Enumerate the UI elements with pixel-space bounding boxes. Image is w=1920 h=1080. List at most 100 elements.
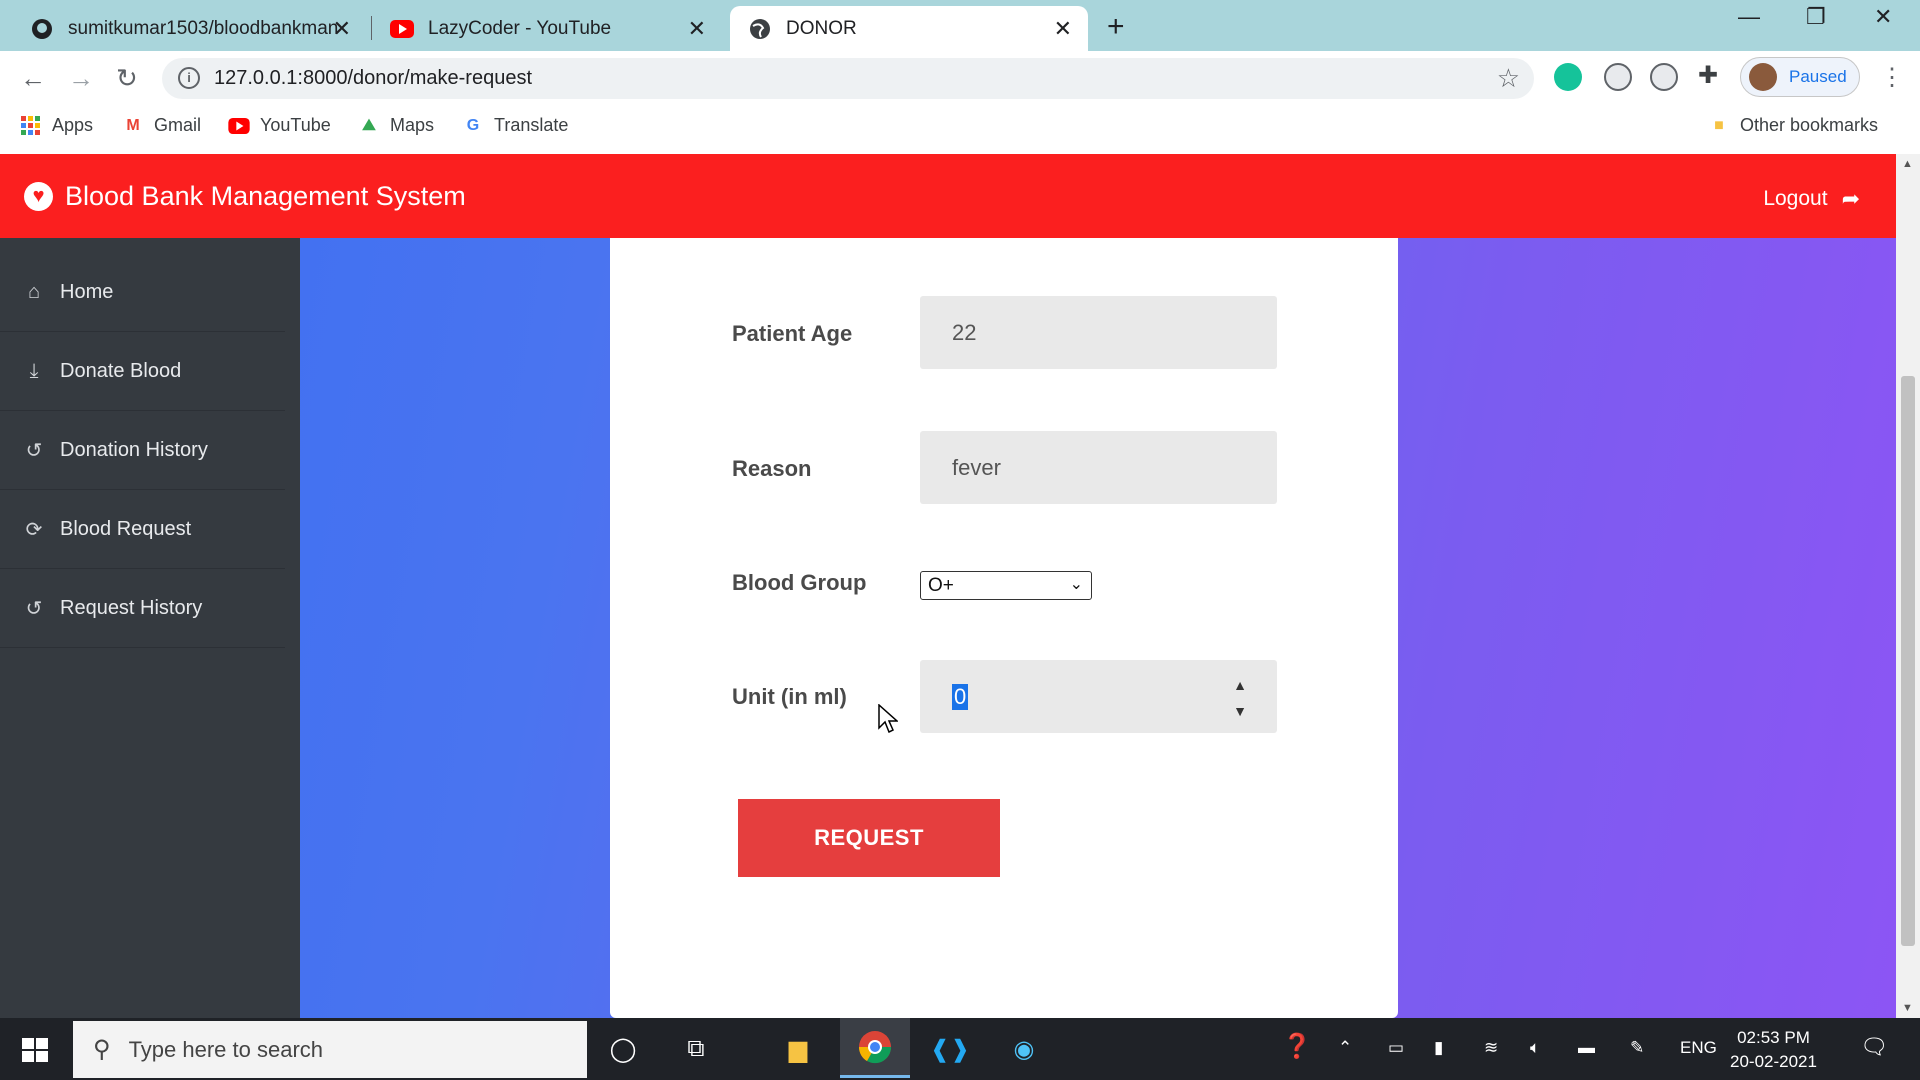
unit-value: 0 [952,683,969,710]
apps-grid-icon [20,115,42,136]
page-scrollbar[interactable]: ▲ ▼ [1896,154,1920,1018]
patient-age-input[interactable]: 22 [920,296,1277,369]
sidebar-item-label: Donation History [60,438,208,461]
github-icon [30,17,54,41]
minimize-icon[interactable]: — [1738,4,1760,30]
bookmark-translate[interactable]: G Translate [462,115,569,136]
close-tab-icon[interactable]: ✕ [688,16,706,42]
profile-label: Paused [1789,67,1847,86]
sidebar-item-home[interactable]: ⌂ Home [0,253,285,332]
youtube-icon [390,17,414,41]
bookmark-label: Translate [494,115,569,135]
bookmark-maps[interactable]: ⛰ Maps [358,115,434,136]
tab-github[interactable]: sumitkumar1503/bloodbankman ✕ [12,6,367,51]
blood-group-value: O+ [928,574,954,596]
meet-now-icon[interactable]: ▭ [1388,1038,1404,1058]
brand[interactable]: ♥ Blood Bank Management System [24,181,466,212]
pen-icon[interactable]: ✎ [1630,1038,1644,1058]
volume-icon[interactable]: 🔈︎ [1530,1038,1540,1058]
unit-label: Unit (in ml) [732,684,847,709]
kebab-menu-icon[interactable]: ⋮ [1880,63,1904,92]
file-explorer-icon[interactable]: ▆ [780,1031,816,1067]
mouse-cursor-icon [878,704,898,734]
bookmark-label: Apps [52,115,94,135]
scroll-up-icon[interactable]: ▲ [1902,158,1913,170]
info-icon[interactable]: i [178,67,200,89]
wifi-icon[interactable]: ≋ [1484,1038,1498,1058]
other-bookmarks[interactable]: ■ Other bookmarks [1708,115,1878,136]
restore-icon[interactable]: ❐ [1806,4,1826,30]
reason-input[interactable]: fever [920,431,1277,504]
sidebar-item-donate-blood[interactable]: ⤓ Donate Blood [0,332,285,411]
sidebar-item-blood-request[interactable]: ⟳ Blood Request [0,490,285,569]
sidebar-item-label: Donate Blood [60,359,182,382]
request-button[interactable]: REQUEST [738,799,1000,877]
avatar [1749,63,1777,91]
battery-icon[interactable]: ▬ [1578,1038,1595,1058]
search-placeholder: Type here to search [128,1036,324,1062]
grammarly-icon[interactable] [1554,63,1582,91]
bookmarks-bar: Apps M Gmail YouTube ⛰ Maps G Translate … [0,107,1920,147]
tab-donor[interactable]: DONOR ✕ [730,6,1088,51]
tray-chevron-up-icon[interactable]: ⌃ [1338,1038,1352,1058]
logout-button[interactable]: Logout ➦ [1763,186,1860,212]
bookmark-label: Gmail [154,115,202,135]
number-spinner[interactable]: ▲ ▼ [1233,672,1247,724]
bookmark-youtube[interactable]: YouTube [228,115,331,136]
translate-icon: G [466,116,480,134]
taskbar-search[interactable]: ⚲ Type here to search [73,1021,587,1078]
scroll-thumb[interactable] [1901,376,1915,946]
sidebar-item-label: Blood Request [60,517,192,540]
close-tab-icon[interactable]: ✕ [1054,16,1072,42]
zoom-app-icon[interactable]: ◉ [1006,1031,1042,1067]
brand-title: Blood Bank Management System [65,181,466,211]
unit-input[interactable]: 0 ▲ ▼ [920,660,1277,733]
new-tab-icon[interactable]: + [1107,10,1125,44]
help-icon[interactable]: ❓ [1282,1032,1312,1061]
windows-taskbar: ⚲ Type here to search ◯ ⧉ ▆ ❰❱ ◉ ❓ ⌃ ▭ ▮… [0,1018,1920,1080]
address-bar[interactable]: i 127.0.0.1:8000/donor/make-request ☆ [162,58,1534,99]
bookmark-gmail[interactable]: M Gmail [122,115,201,136]
sidebar-item-label: Home [60,280,114,303]
bookmark-star-icon[interactable]: ☆ [1497,63,1520,94]
folder-icon: ■ [1714,116,1724,134]
reason-label: Reason [732,456,812,481]
back-icon[interactable]: ← [20,63,46,94]
bookmark-label: YouTube [260,115,331,135]
youtube-icon [228,116,250,136]
history-icon: ↺ [25,597,43,620]
microphone-icon[interactable]: ▮ [1434,1038,1443,1058]
windows-start-icon[interactable] [22,1038,48,1062]
profile-button[interactable]: Paused [1740,57,1860,97]
sidebar-item-request-history[interactable]: ↺ Request History [0,569,285,648]
refresh-icon: ⟳ [25,518,43,541]
scroll-down-icon[interactable]: ▼ [1902,1002,1913,1014]
tab-title: sumitkumar1503/bloodbankman [68,17,339,39]
chevron-down-icon: ⌄ [1069,576,1083,593]
notifications-icon[interactable]: 🗨︎ [1860,1034,1888,1060]
close-tab-icon[interactable]: ✕ [333,16,351,42]
extension-cc-icon[interactable] [1650,63,1678,91]
search-icon: ⚲ [93,1036,111,1063]
heart-icon: ♥ [24,182,53,211]
language-indicator[interactable]: ENG [1680,1038,1717,1058]
reload-icon[interactable]: ↻ [116,63,138,94]
extensions-puzzle-icon[interactable]: ✚ [1698,61,1718,90]
tab-youtube[interactable]: LazyCoder - YouTube ✕ [372,6,722,51]
tab-title: DONOR [786,17,857,39]
history-icon: ↺ [25,439,43,462]
vscode-icon[interactable]: ❰❱ [930,1031,970,1067]
bookmark-apps[interactable]: Apps [20,115,93,136]
sidebar-item-donation-history[interactable]: ↺ Donation History [0,411,285,490]
extension-pen-icon[interactable] [1604,63,1632,91]
task-view-icon[interactable]: ⧉ [678,1031,714,1067]
blood-group-select[interactable]: O+ ⌄ [920,571,1092,600]
clock[interactable]: 02:53 PM 20-02-2021 [1730,1026,1817,1074]
window-close-icon[interactable]: ✕ [1874,4,1892,30]
chrome-taskbar-icon[interactable] [840,1018,910,1078]
home-icon: ⌂ [27,280,41,303]
forward-icon[interactable]: → [68,63,94,94]
donate-icon: ⤓ [29,359,39,382]
cortana-icon[interactable]: ◯ [605,1031,641,1067]
sign-out-icon: ➦ [1841,186,1860,211]
